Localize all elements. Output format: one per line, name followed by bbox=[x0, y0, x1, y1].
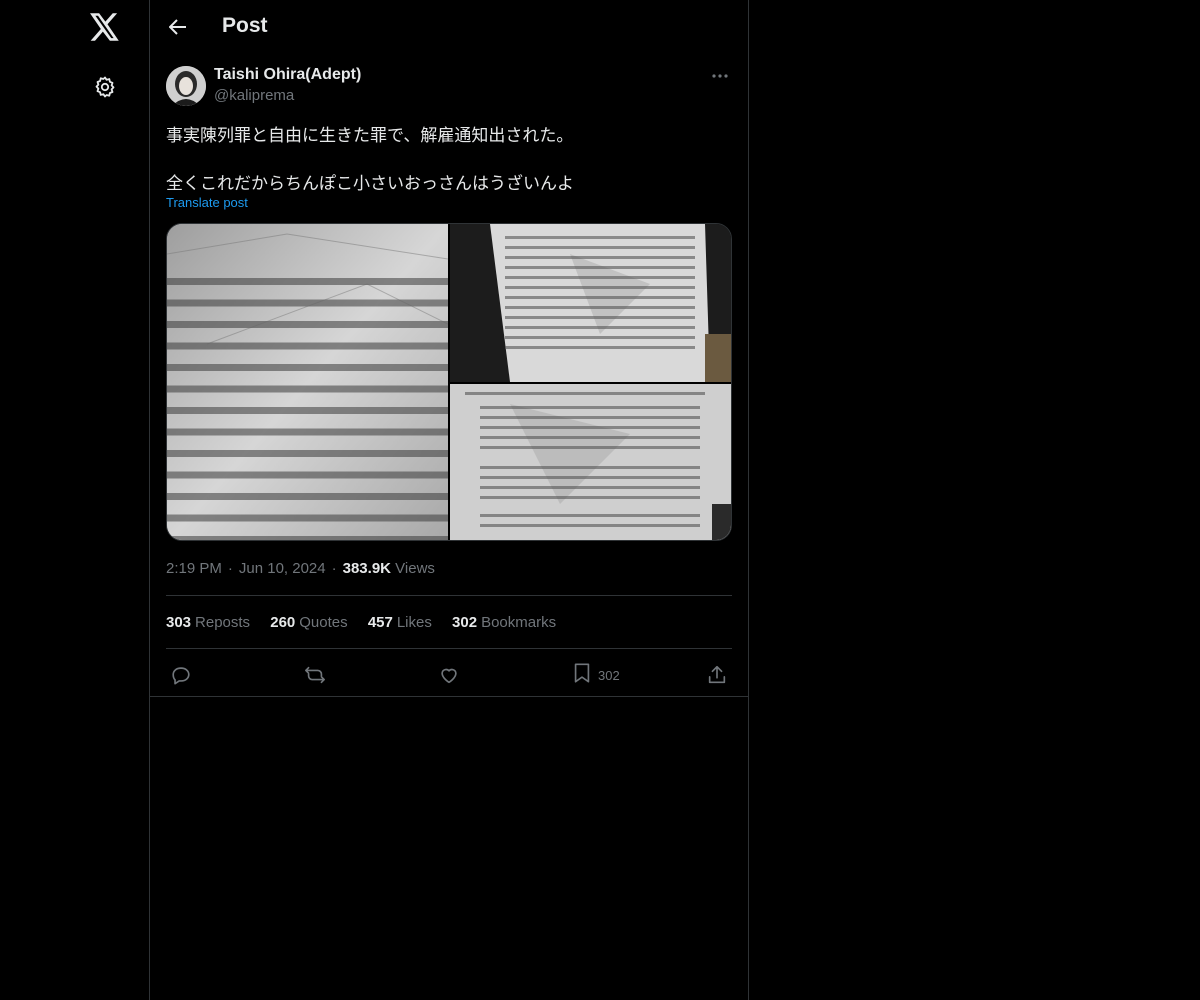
main-column: Post Taishi Ohira(Adept) @kaliprema 事実陳列… bbox=[149, 0, 749, 1000]
reply-icon[interactable] bbox=[170, 660, 192, 690]
author-name[interactable]: Taishi Ohira(Adept) bbox=[214, 66, 361, 84]
post-time[interactable]: 2:19 PM bbox=[166, 560, 222, 577]
media-image-2[interactable] bbox=[450, 224, 731, 382]
translate-link[interactable]: Translate post bbox=[166, 195, 248, 210]
meta-separator: · bbox=[227, 560, 233, 577]
media-grid bbox=[166, 223, 732, 541]
bookmarks-stat[interactable]: 302 Bookmarks bbox=[452, 614, 556, 631]
post-text-line-2: 全くこれだからちんぽこ小さいおっさんはうざいんよ bbox=[166, 174, 574, 194]
like-icon[interactable] bbox=[438, 660, 460, 690]
media-image-1[interactable] bbox=[167, 224, 448, 540]
bookmark-icon bbox=[572, 662, 592, 689]
header: Post bbox=[150, 0, 748, 54]
avatar[interactable] bbox=[166, 66, 206, 106]
back-arrow-icon[interactable] bbox=[164, 13, 192, 41]
reposts-stat[interactable]: 303 Reposts bbox=[166, 614, 250, 631]
quotes-stat[interactable]: 260 Quotes bbox=[270, 614, 347, 631]
post-stats: 303 Reposts 260 Quotes 457 Likes 302 Bookmar… bbox=[166, 614, 572, 631]
views-label: Views bbox=[395, 560, 435, 577]
author-handle[interactable]: @kaliprema bbox=[214, 87, 294, 104]
gear-icon[interactable] bbox=[90, 72, 120, 102]
share-icon[interactable] bbox=[706, 660, 728, 690]
action-bar: 302 bbox=[166, 660, 732, 690]
meta-separator: · bbox=[331, 560, 337, 577]
likes-stat[interactable]: 457 Likes bbox=[368, 614, 432, 631]
divider bbox=[150, 696, 748, 697]
media-image-3[interactable] bbox=[450, 384, 731, 540]
left-nav bbox=[0, 0, 149, 1000]
app: Post Taishi Ohira(Adept) @kaliprema 事実陳列… bbox=[0, 0, 1200, 1000]
x-logo-icon[interactable] bbox=[88, 10, 122, 44]
views-count: 383.9K bbox=[342, 560, 391, 577]
more-icon[interactable] bbox=[708, 68, 732, 84]
bookmark-button[interactable]: 302 bbox=[572, 660, 620, 690]
page-title: Post bbox=[222, 14, 268, 37]
bookmark-count: 302 bbox=[598, 667, 620, 683]
post-date[interactable]: Jun 10, 2024 bbox=[239, 560, 326, 577]
repost-icon[interactable] bbox=[303, 660, 327, 690]
post-text-line-1: 事実陳列罪と自由に生きた罪で、解雇通知出された。 bbox=[166, 126, 574, 146]
post-meta: 2:19 PM · Jun 10, 2024 · 383.9K Views bbox=[166, 560, 435, 577]
divider bbox=[166, 595, 732, 596]
divider bbox=[166, 648, 732, 649]
